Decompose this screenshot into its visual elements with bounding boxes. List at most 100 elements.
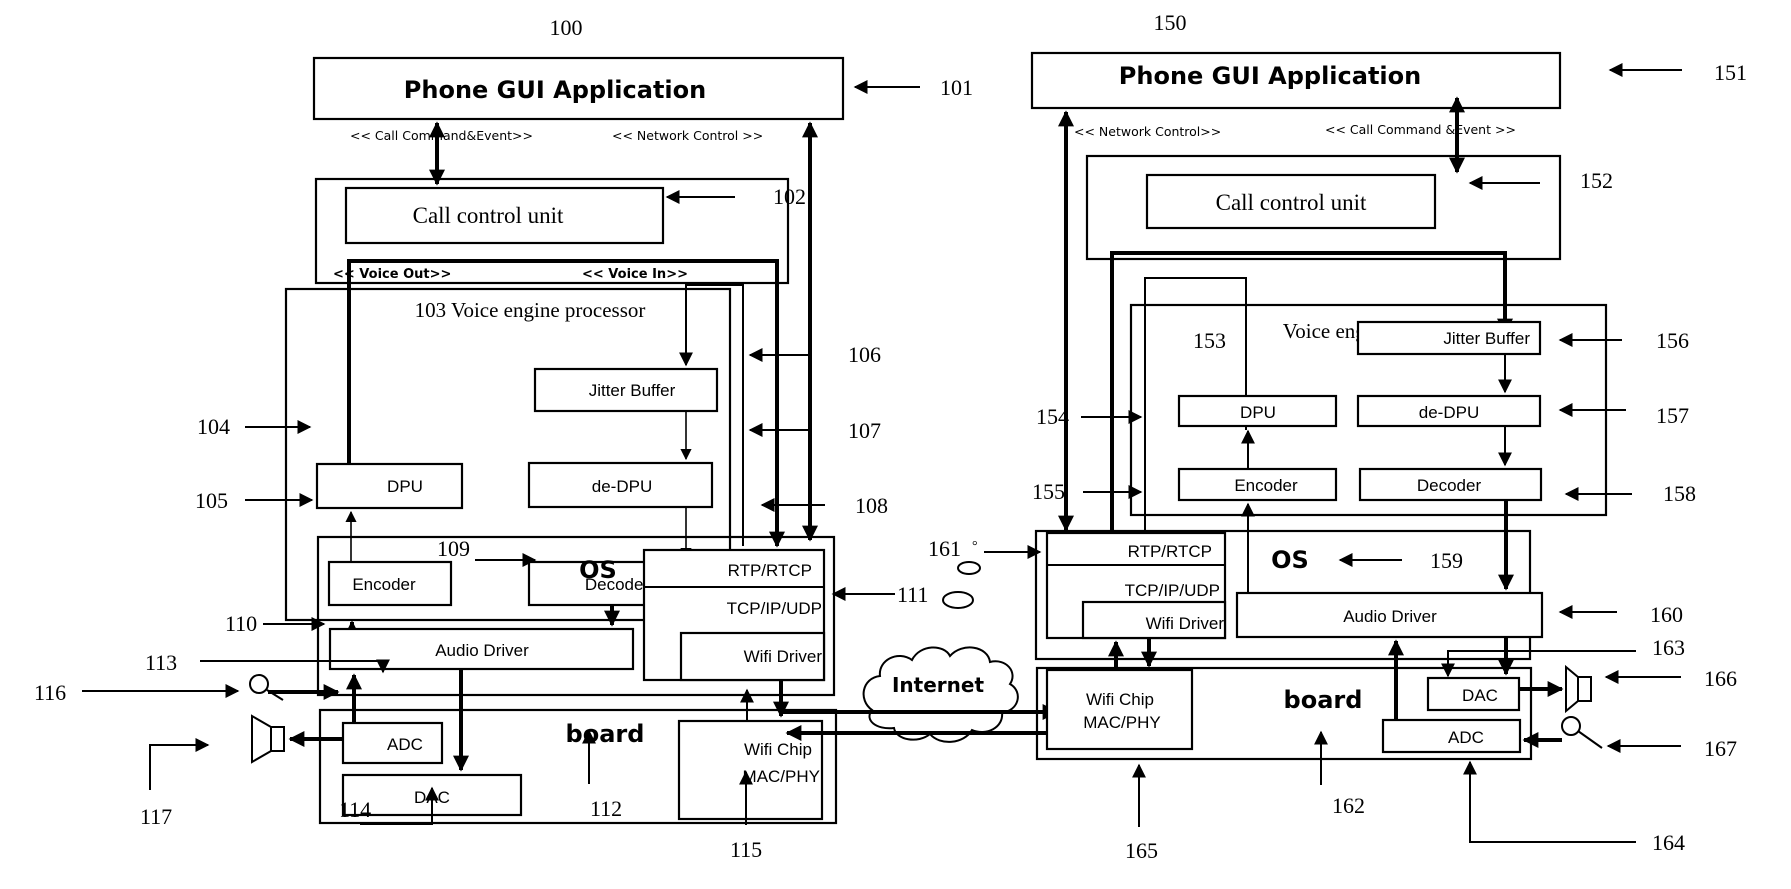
right-dpu-label: DPU (1240, 403, 1276, 422)
right-adc: ADC (1381, 718, 1522, 754)
ref-label-152: 152 (1580, 168, 1613, 193)
ref-label-104: 104 (197, 414, 230, 439)
ref-label-160: 160 (1650, 602, 1683, 627)
ref-label-153: 153 (1193, 328, 1226, 353)
right-wifi-driver-label: Wifi Driver (1146, 614, 1225, 633)
left-audio-driver: Audio Driver (328, 627, 635, 671)
left-jitter-buffer-label: Jitter Buffer (589, 381, 676, 400)
left-wifi-chip-line2: MAC/PHY (743, 767, 820, 786)
right-os-label: OS (1271, 546, 1309, 574)
left-de-dpu: de-DPU (527, 461, 714, 509)
ref-label-155: 155 (1032, 479, 1065, 504)
internet-cloud: Internet (862, 646, 1019, 743)
left-rtp-label: RTP/RTCP (728, 561, 812, 580)
left-voice-in-stereotype: << Voice In>> (582, 267, 688, 282)
right-audio-driver-label: Audio Driver (1343, 607, 1437, 626)
left-adc-label: ADC (387, 735, 423, 754)
ref-label-163: 163 (1652, 635, 1685, 660)
ref-label-102: 102 (773, 184, 806, 209)
left-call-control-unit: Call control unit (344, 186, 665, 245)
left-dpu: DPU (315, 462, 464, 510)
right-wifi-chip-line2: MAC/PHY (1083, 713, 1160, 732)
right-dac: DAC (1426, 676, 1521, 712)
left-microphone-icon (249, 674, 269, 694)
ref-label-100: 100 (550, 15, 583, 40)
left-wifi-driver-label: Wifi Driver (744, 647, 823, 666)
left-wifi-chip-line1: Wifi Chip (744, 740, 812, 759)
left-gui-label: Phone GUI Application (404, 76, 706, 104)
right-encoder: Encoder (1177, 467, 1338, 502)
leader-arrow-163 (1441, 650, 1636, 678)
voip-architecture-diagram: 100 Phone GUI Application 101 << Call Co… (34, 10, 1747, 863)
right-device: 150 Phone GUI Application 151 << Network… (928, 10, 1747, 863)
left-phone-gui-application: Phone GUI Application (312, 56, 845, 121)
left-dpu-label: DPU (387, 477, 423, 496)
right-gui-label: Phone GUI Application (1119, 62, 1421, 90)
ref-label-157: 157 (1656, 403, 1689, 428)
ref-label-108: 108 (855, 493, 888, 518)
left-encoder: Encoder (327, 560, 453, 607)
internet-label: Internet (892, 673, 984, 697)
left-voice-engine-label: 103 Voice engine processor (415, 298, 646, 322)
left-de-dpu-label: de-DPU (592, 477, 652, 496)
ref-label-112: 112 (590, 796, 622, 821)
ref-label-117: 117 (140, 804, 172, 829)
right-jitter-buffer: Jitter Buffer (1356, 320, 1542, 356)
left-speaker-icon (251, 714, 285, 764)
ref-label-106: 106 (848, 342, 881, 367)
right-microphone-icon (1561, 716, 1581, 736)
ref-label-156: 156 (1656, 328, 1689, 353)
left-audio-driver-label: Audio Driver (435, 641, 529, 660)
left-call-control-label: Call control unit (413, 203, 564, 228)
right-decoder: Decoder (1358, 467, 1543, 502)
right-de-dpu-label: de-DPU (1419, 403, 1479, 422)
right-rtp-label: RTP/RTCP (1128, 542, 1212, 561)
right-call-control-unit: Call control unit (1145, 173, 1437, 230)
ref-label-166: 166 (1704, 666, 1737, 691)
left-os-label: OS (579, 556, 617, 584)
left-wifi-chip: Wifi Chip MAC/PHY (677, 719, 824, 821)
right-phone-gui-application: Phone GUI Application (1030, 51, 1562, 110)
ref-label-154: 154 (1036, 404, 1069, 429)
left-board-label: board (566, 720, 645, 748)
ref-label-158: 158 (1663, 481, 1696, 506)
ref-label-111: 111 (897, 582, 928, 607)
ref-label-150: 150 (1154, 10, 1187, 35)
leader-arrow-164 (1463, 760, 1636, 843)
ref-label-164: 164 (1652, 830, 1685, 855)
ref-label-167: 167 (1704, 736, 1737, 761)
ref-label-114: 114 (339, 797, 371, 822)
right-tcp-label: TCP/IP/UDP (1125, 581, 1220, 600)
left-adc: ADC (341, 721, 444, 765)
left-call-command-stereotype: << Call Command&Event>> (350, 128, 533, 143)
ref-label-113: 113 (145, 650, 177, 675)
right-call-command-stereotype: << Call Command &Event >> (1325, 122, 1516, 137)
right-decoder-label: Decoder (1417, 476, 1482, 495)
ref-label-161: 161 (928, 536, 961, 561)
right-audio-driver: Audio Driver (1235, 591, 1544, 639)
ref-label-107: 107 (848, 418, 881, 443)
ref-label-101: 101 (940, 75, 973, 100)
right-speaker-icon (1565, 664, 1592, 714)
ref-label-110: 110 (225, 611, 257, 636)
degree-mark: ° (972, 539, 978, 554)
left-jitter-buffer: Jitter Buffer (533, 367, 719, 413)
ref-label-165: 165 (1125, 838, 1158, 863)
right-dac-label: DAC (1462, 686, 1498, 705)
ref-label-162: 162 (1332, 793, 1365, 818)
right-wifi-chip: Wifi Chip MAC/PHY (1045, 668, 1194, 751)
right-board-label: board (1284, 686, 1363, 714)
right-wifi-chip-line1: Wifi Chip (1086, 690, 1154, 709)
ref-label-105: 105 (195, 488, 228, 513)
right-network-control-stereotype: << Network Control>> (1074, 124, 1221, 139)
left-network-stack: RTP/RTCP TCP/IP/UDP Wifi Driver (642, 548, 826, 682)
right-jitter-buffer-label: Jitter Buffer (1443, 329, 1530, 348)
left-voice-out-stereotype: << Voice Out>> (333, 267, 451, 282)
thought-bubble-small (957, 561, 981, 575)
right-call-control-label: Call control unit (1216, 190, 1367, 215)
left-network-control-stereotype: << Network Control >> (612, 128, 763, 143)
ref-label-115: 115 (730, 837, 762, 862)
right-de-dpu: de-DPU (1356, 394, 1542, 428)
right-mic-stand (1577, 730, 1603, 749)
ref-label-116: 116 (34, 680, 66, 705)
